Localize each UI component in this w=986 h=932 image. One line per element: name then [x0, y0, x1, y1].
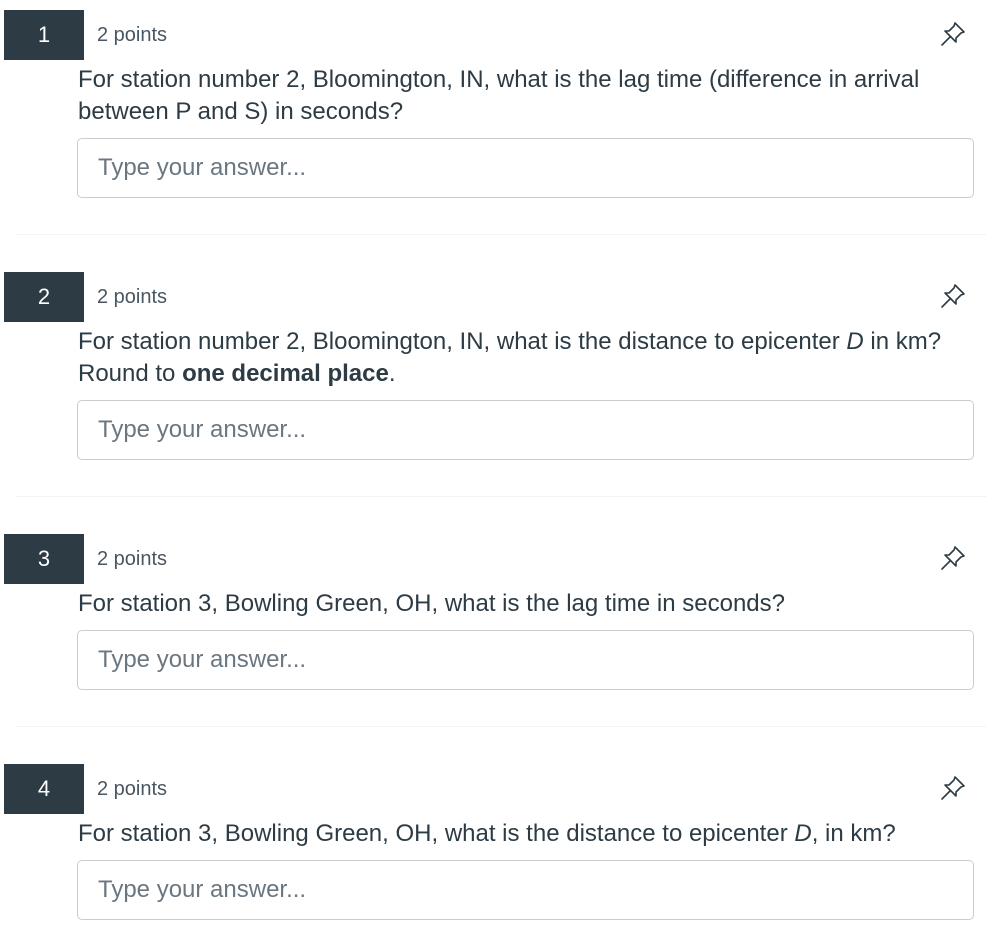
question-number-badge: 2: [4, 272, 84, 322]
pin-icon[interactable]: [940, 545, 966, 571]
question-text-segment: For station number 2, Bloomington, IN, w…: [78, 328, 847, 355]
answer-input[interactable]: [77, 400, 974, 460]
divider: [16, 726, 986, 727]
question-number-badge: 3: [4, 534, 84, 584]
answer-input[interactable]: [77, 860, 974, 920]
question-points: 2 points: [97, 548, 168, 570]
question-text: For station 3, Bowling Green, OH, what i…: [78, 818, 968, 850]
pin-icon[interactable]: [940, 775, 966, 801]
pin-icon[interactable]: [940, 21, 966, 47]
question-text-segment: one decimal place: [182, 360, 389, 387]
question-text-segment: D: [794, 820, 812, 847]
answer-input[interactable]: [77, 630, 974, 690]
question-points: 2 points: [97, 778, 168, 800]
question-text-segment: For station number 2, Bloomington, IN, w…: [78, 66, 920, 125]
question-points: 2 points: [97, 286, 168, 308]
divider: [16, 234, 986, 235]
divider: [16, 496, 986, 497]
question-text: For station 3, Bowling Green, OH, what i…: [78, 588, 968, 620]
question-text-segment: For station 3, Bowling Green, OH, what i…: [78, 820, 795, 847]
question-text: For station number 2, Bloomington, IN, w…: [78, 326, 968, 390]
question-text-segment: , in km?: [811, 820, 896, 847]
pin-icon[interactable]: [940, 283, 966, 309]
question-number-badge: 1: [4, 10, 84, 60]
answer-input[interactable]: [77, 138, 974, 198]
question-text-segment: .: [388, 360, 396, 387]
question-text-segment: D: [846, 328, 864, 355]
question-text: For station number 2, Bloomington, IN, w…: [78, 64, 968, 128]
question-points: 2 points: [97, 24, 168, 46]
question-number-badge: 4: [4, 764, 84, 814]
question-text-segment: For station 3, Bowling Green, OH, what i…: [78, 590, 786, 617]
